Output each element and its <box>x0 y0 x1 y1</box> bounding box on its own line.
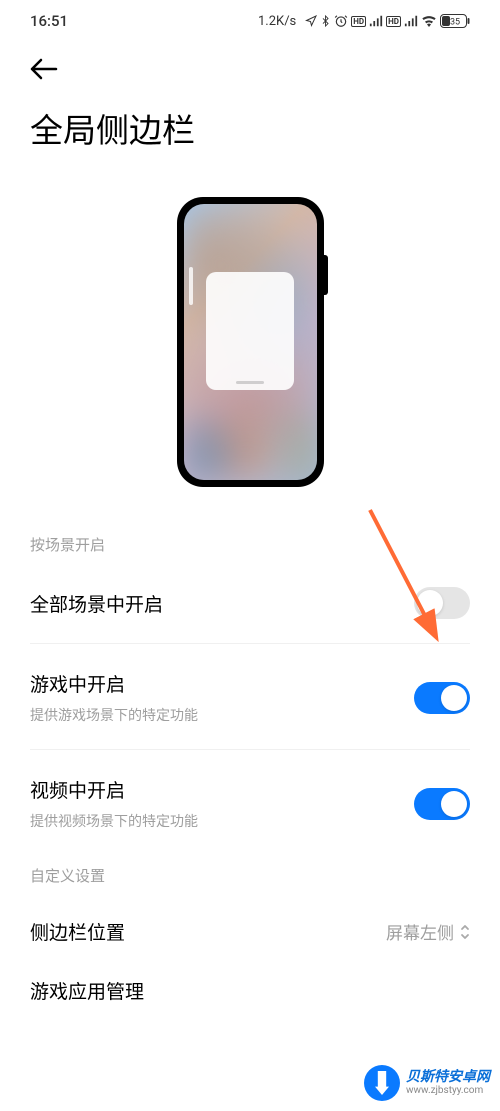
arrow-left-icon <box>30 58 58 80</box>
watermark-title: 贝斯特安卓网 <box>406 1070 490 1085</box>
watermark-url: www.zjbstyy.com <box>406 1085 490 1096</box>
back-button[interactable] <box>0 38 500 94</box>
setting-game[interactable]: 游戏中开启 提供游戏场景下的特定功能 <box>0 656 500 739</box>
setting-subtitle: 提供视频场景下的特定功能 <box>30 811 198 831</box>
hd-icon-2: HD <box>386 16 401 27</box>
battery-icon: 35 <box>440 14 470 28</box>
watermark-logo-icon <box>364 1065 400 1101</box>
network-speed: 1.2K/s <box>258 14 296 29</box>
setting-title: 侧边栏位置 <box>30 918 125 945</box>
signal-icon-1 <box>369 15 383 27</box>
setting-title: 游戏中开启 <box>30 670 198 697</box>
setting-title: 视频中开启 <box>30 776 198 803</box>
alarm-icon <box>334 14 348 28</box>
setting-all-scenes[interactable]: 全部场景中开启 <box>0 573 500 633</box>
up-down-chevron-icon <box>460 923 470 941</box>
setting-title: 游戏应用管理 <box>30 977 470 1004</box>
phone-mockup <box>177 197 324 487</box>
setting-video[interactable]: 视频中开启 提供视频场景下的特定功能 <box>0 762 500 845</box>
hd-icon: HD <box>351 16 366 27</box>
setting-game-app-management[interactable]: 游戏应用管理 <box>0 959 500 1004</box>
phone-screen <box>184 204 317 480</box>
setting-sidebar-position[interactable]: 侧边栏位置 屏幕左侧 <box>0 904 500 959</box>
signal-icon-2 <box>404 15 418 27</box>
scene-section-label: 按场景开启 <box>0 522 500 573</box>
setting-value-container: 屏幕左侧 <box>386 919 470 944</box>
phone-preview <box>0 177 500 522</box>
toggle-game[interactable] <box>414 682 470 714</box>
watermark: 贝斯特安卓网 www.zjbstyy.com <box>364 1065 490 1101</box>
wifi-icon <box>421 15 437 27</box>
custom-section-label: 自定义设置 <box>0 853 500 904</box>
toggle-all-scenes[interactable] <box>414 587 470 619</box>
sidebar-indicator <box>189 267 193 305</box>
svg-text:35: 35 <box>450 18 460 28</box>
setting-subtitle: 提供游戏场景下的特定功能 <box>30 705 198 725</box>
toggle-video[interactable] <box>414 788 470 820</box>
status-bar: 16:51 1.2K/s HD HD 35 <box>0 0 500 38</box>
location-icon <box>305 15 317 27</box>
floating-card <box>206 272 294 390</box>
status-indicators: 1.2K/s HD HD 35 <box>258 14 470 29</box>
page-title: 全局侧边栏 <box>0 94 500 177</box>
setting-value: 屏幕左侧 <box>386 919 454 944</box>
bluetooth-icon <box>320 14 331 28</box>
status-time: 16:51 <box>30 12 68 30</box>
setting-title: 全部场景中开启 <box>30 590 163 617</box>
